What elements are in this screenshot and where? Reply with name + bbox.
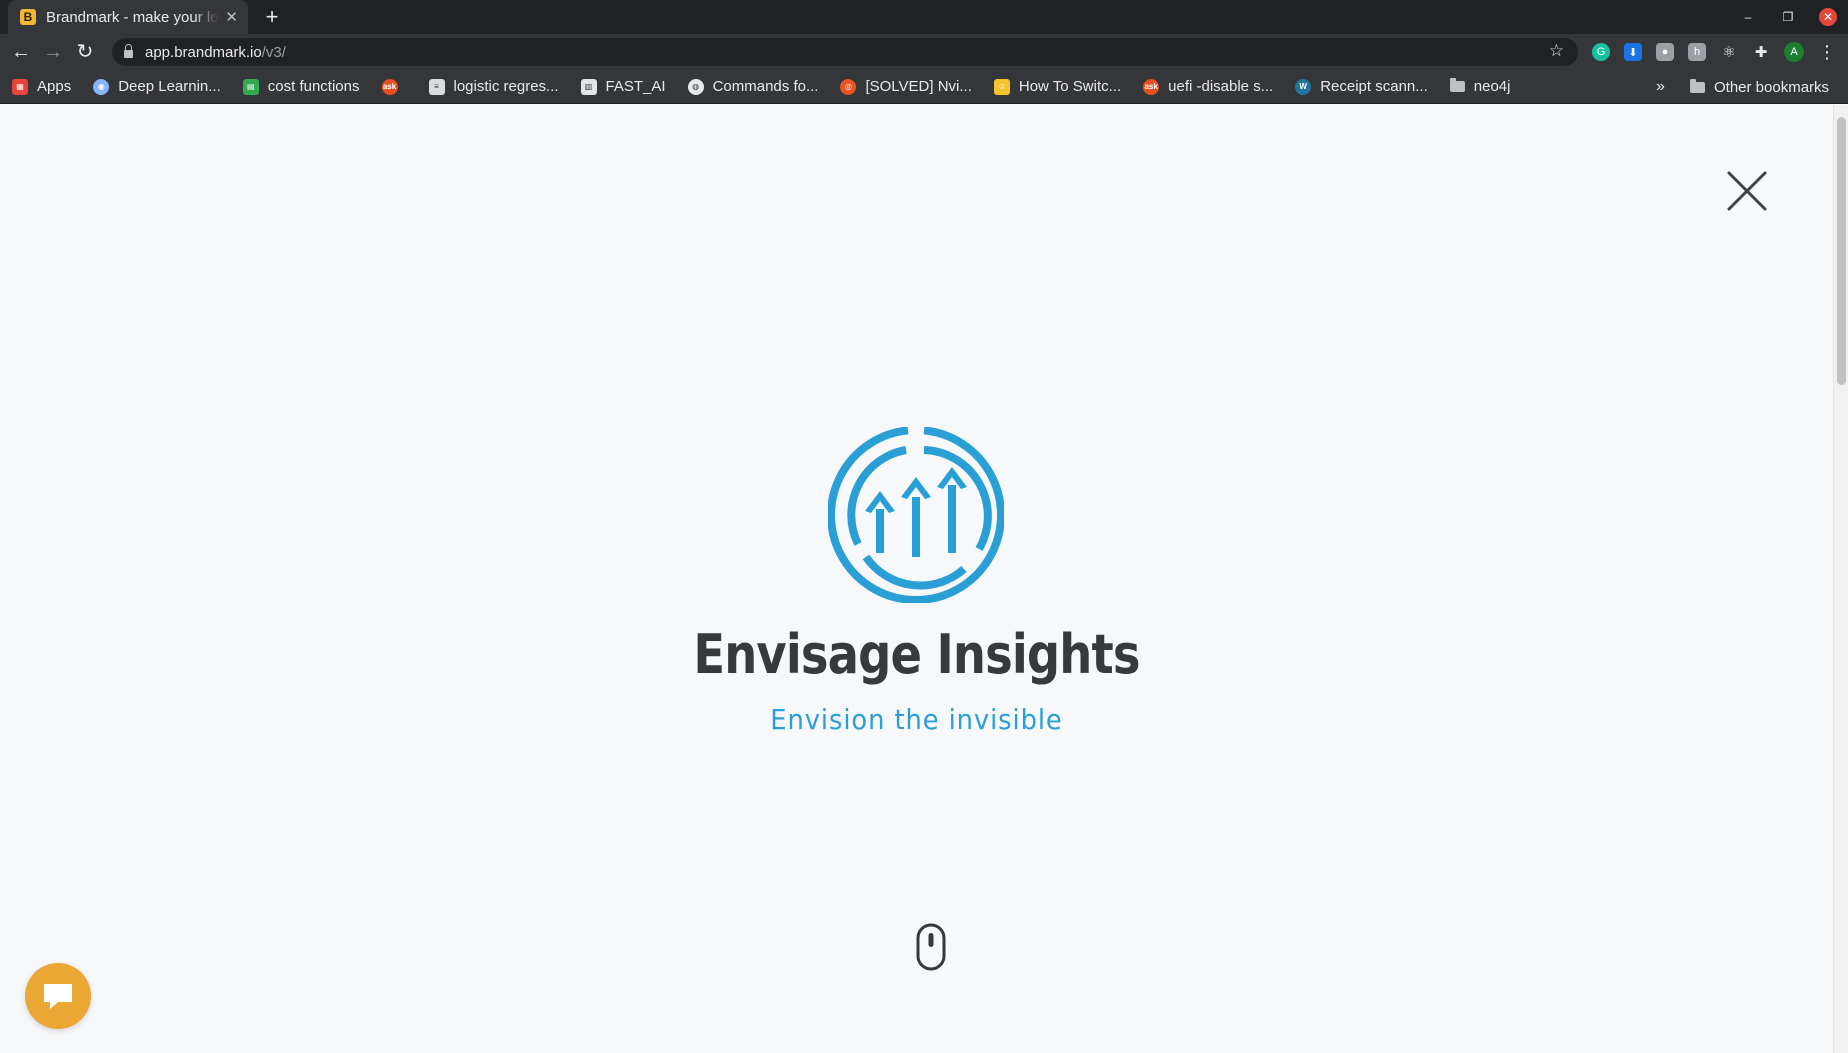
tab-title: Brandmark - make your logo (46, 8, 220, 26)
download-icon[interactable]: ⬇ (1624, 43, 1642, 61)
close-icon[interactable] (1724, 168, 1770, 214)
bookmark-label: uefi -disable s... (1168, 78, 1274, 95)
brand-slogan: Envision the invisible (770, 703, 1063, 736)
bookmark-item[interactable]: ☺ How To Switc... (993, 78, 1122, 95)
ask-icon: ask (1143, 78, 1160, 95)
browser-toolbar: ← → ↻ app.brandmark.io/v3/ ☆ G ⬇ ● h ⚛ ✚… (0, 34, 1848, 70)
brand-logo-icon (828, 427, 1004, 603)
bookmark-item[interactable]: neo4j (1449, 78, 1511, 95)
page-scrollbar[interactable] (1833, 105, 1848, 1053)
bookmark-label: cost functions (267, 78, 360, 95)
chat-icon (44, 984, 72, 1009)
tab-close-icon[interactable]: ✕ (225, 8, 238, 26)
brand-name: Envisage Insights (693, 623, 1140, 686)
bookmark-item[interactable]: ◎ [SOLVED] Nvi... (840, 78, 972, 95)
extension-icon[interactable]: ● (1656, 43, 1674, 61)
bookmark-item[interactable]: ▤ cost functions (242, 78, 360, 95)
pixel-grid-icon: ▤ (242, 78, 259, 95)
scrollbar-thumb[interactable] (1837, 117, 1846, 385)
grammarly-icon[interactable]: G (1592, 43, 1610, 61)
forward-button[interactable]: → (38, 37, 68, 67)
bookmark-item[interactable]: ▦ Apps (12, 78, 71, 95)
extensions-area: G ⬇ ● h ⚛ ✚ A ⋮ (1592, 42, 1836, 62)
bookmark-item[interactable]: ◍ Commands fo... (687, 78, 819, 95)
brain-icon: ◉ (93, 78, 110, 95)
bookmark-label: How To Switc... (1018, 78, 1122, 95)
bookmark-item[interactable]: ≡ logistic regres... (428, 78, 559, 95)
bookmark-label: Receipt scann... (1320, 78, 1428, 95)
puzzle-icon[interactable]: ✚ (1752, 43, 1770, 61)
chat-button[interactable] (25, 963, 91, 1029)
bookmark-item[interactable]: ask (381, 78, 407, 95)
globe-icon: ◍ (687, 78, 704, 95)
ask-icon: ask (381, 78, 398, 95)
apps-grid-icon: ▦ (12, 78, 28, 95)
bookmark-label: logistic regres... (453, 78, 559, 95)
bookmark-item[interactable]: ask uefi -disable s... (1143, 78, 1273, 95)
bookmark-label: [SOLVED] Nvi... (865, 78, 972, 95)
folder-icon (1690, 78, 1705, 93)
bookmarks-bar: ▦ Apps ◉ Deep Learnin... ▤ cost functions ask ≡… (0, 70, 1848, 104)
window-close-button[interactable]: ✕ (1819, 8, 1837, 26)
tab-strip: B Brandmark - make your logo ✕ + – ❐ ✕ (0, 0, 1848, 34)
profile-avatar[interactable]: A (1784, 42, 1804, 62)
wordpress-icon: W (1295, 78, 1312, 95)
bookmark-item[interactable]: ▥ FAST_AI (580, 78, 666, 95)
page-content: Envisage Insights Envision the invisible (0, 105, 1833, 1053)
ubuntu-icon: ◎ (840, 78, 857, 95)
bookmark-item[interactable]: ◉ Deep Learnin... (93, 78, 221, 95)
bookmark-label: neo4j (1473, 78, 1511, 95)
bookmark-label: FAST_AI (605, 78, 666, 95)
react-icon[interactable]: ⚛ (1720, 43, 1738, 61)
lock-icon[interactable] (124, 44, 133, 58)
browser-tab[interactable]: B Brandmark - make your logo ✕ (8, 0, 248, 34)
avatar-icon: ☺ (993, 78, 1010, 95)
menu-kebab-icon[interactable]: ⋮ (1818, 43, 1836, 61)
folder-icon (1449, 78, 1465, 92)
scroll-down-mouse-icon[interactable] (916, 923, 946, 971)
document-icon: ≡ (428, 78, 445, 95)
reload-button[interactable]: ↻ (70, 37, 100, 67)
new-tab-button[interactable]: + (258, 3, 286, 31)
address-bar[interactable]: app.brandmark.io/v3/ ☆ (112, 38, 1578, 66)
window-controls: – ❐ ✕ (1728, 0, 1848, 34)
brandmark-favicon-icon: B (20, 9, 36, 25)
minimize-button[interactable]: – (1728, 10, 1768, 24)
extension-icon[interactable]: h (1688, 43, 1706, 61)
notebook-icon: ▥ (580, 78, 597, 95)
back-button[interactable]: ← (6, 37, 36, 67)
url-path: /v3/ (261, 43, 286, 61)
restore-button[interactable]: ❐ (1768, 10, 1808, 24)
url-host: app.brandmark.io (145, 43, 262, 61)
bookmark-star-icon[interactable]: ☆ (1549, 41, 1564, 61)
bookmark-label: Commands fo... (712, 78, 819, 95)
bookmark-label: Apps (37, 78, 72, 95)
bookmark-item[interactable]: W Receipt scann... (1295, 78, 1428, 95)
bookmark-label: Deep Learnin... (118, 78, 221, 95)
other-bookmarks-folder[interactable]: Other bookmarks (1690, 70, 1829, 104)
other-bookmarks-label: Other bookmarks (1714, 78, 1830, 96)
bookmarks-overflow-icon[interactable]: » (1656, 78, 1665, 96)
